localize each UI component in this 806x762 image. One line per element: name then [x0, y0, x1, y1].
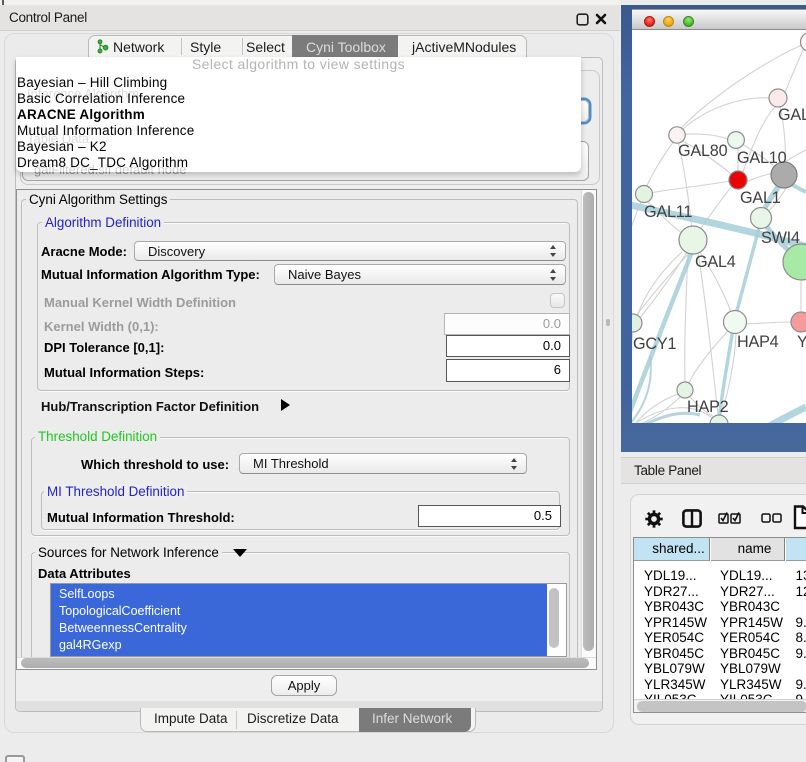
svg-text:GAL11: GAL11: [644, 203, 692, 221]
svg-text:HAP4: HAP4: [737, 333, 779, 351]
svg-text:GAL1: GAL1: [740, 189, 781, 207]
svg-text:GCY1: GCY1: [633, 335, 676, 353]
svg-text:SWI4: SWI4: [761, 229, 800, 247]
svg-text:GAL10: GAL10: [737, 149, 787, 167]
svg-text:GAL7: GAL7: [778, 106, 806, 124]
svg-text:HAP2: HAP2: [687, 398, 729, 416]
svg-text:Y: Y: [797, 333, 806, 351]
svg-text:GAL80: GAL80: [678, 142, 728, 160]
svg-text:GAL4: GAL4: [695, 253, 736, 271]
